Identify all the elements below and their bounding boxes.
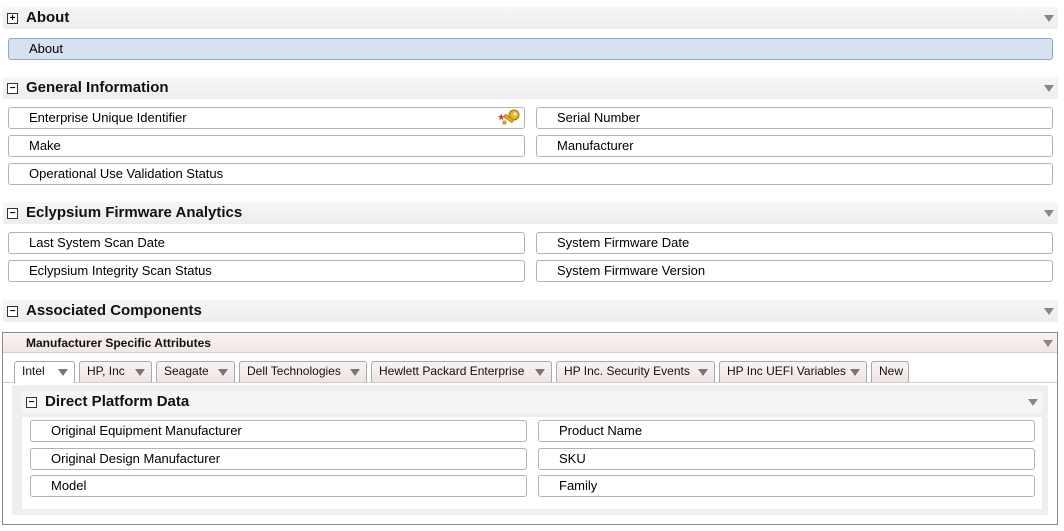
enterprise-unique-identifier-field[interactable]: Enterprise Unique Identifier * [8,107,525,129]
key-icon[interactable] [496,109,522,127]
original-equipment-manufacturer-field[interactable]: Original Equipment Manufacturer [30,420,527,442]
collapse-icon[interactable]: − [26,397,37,408]
tab-hp-inc[interactable]: HP, Inc [79,361,152,382]
eclypsium-integrity-scan-status-field[interactable]: Eclypsium Integrity Scan Status [8,260,525,282]
caret-down-icon[interactable] [1044,15,1054,22]
about-field[interactable]: About [8,38,1053,60]
system-firmware-version-field[interactable]: System Firmware Version [536,260,1053,282]
tab-new[interactable]: New [871,361,909,382]
caret-down-icon[interactable] [1044,210,1054,217]
section-eclypsium-header[interactable]: − Eclypsium Firmware Analytics [3,202,1058,224]
original-design-manufacturer-field[interactable]: Original Design Manufacturer [30,448,527,470]
caret-down-icon[interactable] [135,369,145,376]
collapse-icon[interactable]: − [7,306,18,317]
manufacturer-field[interactable]: Manufacturer [536,135,1053,157]
operational-use-validation-status-field[interactable]: Operational Use Validation Status [8,163,1053,185]
make-field[interactable]: Make [8,135,525,157]
tab-label: Seagate [164,364,209,378]
tab-label: Intel [22,364,45,378]
caret-down-icon[interactable] [1043,340,1053,347]
serial-number-field[interactable]: Serial Number [536,107,1053,129]
panel-header[interactable]: Manufacturer Specific Attributes [3,333,1057,353]
tab-label: Dell Technologies [247,364,341,378]
system-firmware-date-field[interactable]: System Firmware Date [536,232,1053,254]
tab-hewlett-packard-enterprise[interactable]: Hewlett Packard Enterprise [371,361,552,382]
caret-down-icon[interactable] [1044,85,1054,92]
section-associated-header[interactable]: − Associated Components [3,300,1058,322]
sku-field[interactable]: SKU [538,448,1035,470]
section-about-header[interactable]: + About [3,7,1058,29]
manufacturer-specific-attributes-panel: Manufacturer Specific Attributes Intel H… [2,332,1058,525]
panel-title: Manufacturer Specific Attributes [26,336,211,350]
last-system-scan-date-field[interactable]: Last System Scan Date [8,232,525,254]
caret-down-icon[interactable] [535,369,545,376]
collapse-icon[interactable]: − [7,208,18,219]
caret-down-icon[interactable] [850,369,860,376]
tab-label: HP Inc. Security Events [564,364,690,378]
caret-down-icon[interactable] [58,369,68,376]
section-direct-platform-data-title: Direct Platform Data [45,393,190,410]
tab-hp-inc-uefi-variables[interactable]: HP Inc UEFI Variables [719,361,867,382]
model-field[interactable]: Model [30,475,527,497]
section-general-title: General Information [26,79,169,96]
tab-dell-technologies[interactable]: Dell Technologies [239,361,367,382]
section-general-header[interactable]: − General Information [3,77,1058,99]
expand-icon[interactable]: + [7,13,18,24]
direct-platform-data-container: − Direct Platform Data Original Equipmen… [12,385,1048,515]
section-about-title: About [26,9,70,26]
caret-down-icon[interactable] [1044,308,1054,315]
tab-label: HP Inc UEFI Variables [727,364,846,378]
collapse-icon[interactable]: − [7,83,18,94]
caret-down-icon[interactable] [350,369,360,376]
tab-label: HP, Inc [87,364,125,378]
tab-label: Hewlett Packard Enterprise [379,364,525,378]
section-eclypsium-title: Eclypsium Firmware Analytics [26,204,243,221]
direct-platform-data-fields: Original Equipment Manufacturer Product … [22,417,1042,509]
tab-hp-inc-security-events[interactable]: HP Inc. Security Events [556,361,715,382]
tab-intel[interactable]: Intel [14,361,75,383]
section-direct-platform-data-header[interactable]: − Direct Platform Data [22,391,1042,413]
tab-bar: Intel HP, Inc Seagate Dell Technologies … [3,353,1057,383]
tab-seagate[interactable]: Seagate [156,361,235,382]
section-associated-title: Associated Components [26,302,202,319]
tab-label: New [879,364,904,378]
product-name-field[interactable]: Product Name [538,420,1035,442]
caret-down-icon[interactable] [218,369,228,376]
caret-down-icon[interactable] [698,369,708,376]
caret-down-icon[interactable] [1028,399,1038,406]
field-label: Enterprise Unique Identifier [29,110,187,125]
family-field[interactable]: Family [538,475,1035,497]
